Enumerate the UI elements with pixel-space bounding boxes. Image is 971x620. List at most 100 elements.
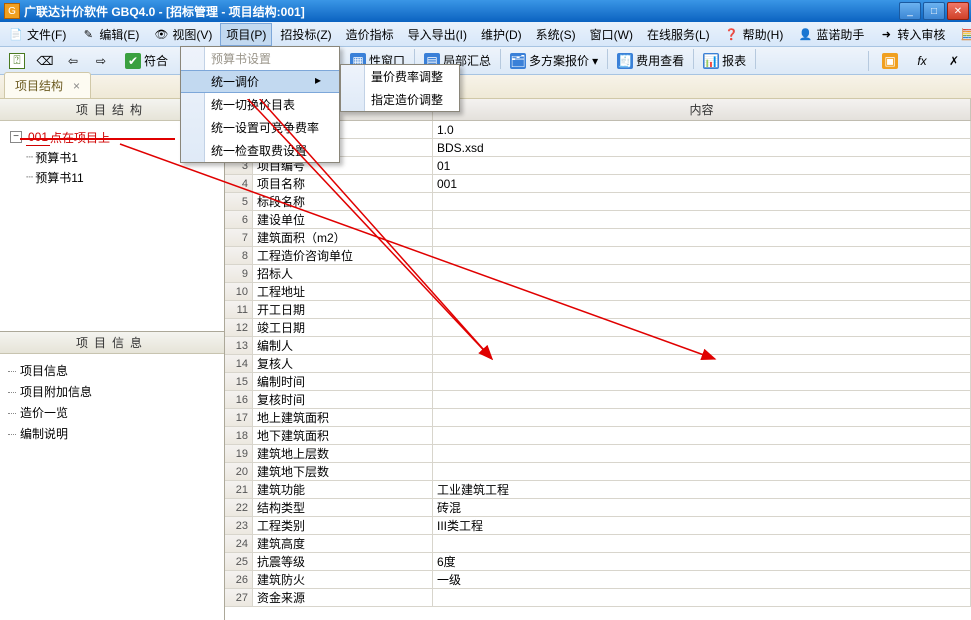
table-row[interactable]: 12竣工日期 <box>225 319 971 337</box>
table-row[interactable]: 22结构类型砖混 <box>225 499 971 517</box>
menu-audit[interactable]: ➜转入审核 <box>872 23 951 46</box>
table-row[interactable]: 21建筑功能工业建筑工程 <box>225 481 971 499</box>
table-row[interactable]: 23工程类别III类工程 <box>225 517 971 535</box>
cell-value[interactable] <box>433 391 971 408</box>
grid-body[interactable]: 1.0BDS.xsd3项目编号014项目名称0015标段名称6建设单位7建筑面积… <box>225 121 971 620</box>
cell-value[interactable] <box>433 409 971 426</box>
cell-value[interactable] <box>433 589 971 606</box>
info-item[interactable]: 项目附加信息 <box>4 381 220 402</box>
cell-value[interactable] <box>433 229 971 246</box>
table-row[interactable]: 10工程地址 <box>225 283 971 301</box>
cell-value[interactable]: 砖混 <box>433 499 971 516</box>
cell-value[interactable] <box>433 355 971 372</box>
close-button[interactable]: ✕ <box>947 2 969 20</box>
cell-value[interactable] <box>433 265 971 282</box>
menu-view[interactable]: 👁视图(V) <box>147 23 218 46</box>
menu-measure-pay[interactable]: 🧮计量支付 <box>953 23 971 46</box>
menu-project[interactable]: 项目(P) <box>220 23 272 46</box>
table-row[interactable]: 5标段名称 <box>225 193 971 211</box>
cell-value[interactable] <box>433 247 971 264</box>
cell-value[interactable] <box>433 283 971 300</box>
info-item[interactable]: 造价一览 <box>4 402 220 423</box>
menu-help[interactable]: ❓帮助(H) <box>718 23 790 46</box>
cell-name[interactable]: 建筑面积（m2） <box>253 229 433 246</box>
tree-item-b11[interactable]: ┄ 预算书11 <box>4 167 220 187</box>
menu-item[interactable]: 统一设置可竞争费率 <box>181 116 339 139</box>
tool-extra-3[interactable]: ✗ <box>941 50 967 72</box>
cell-name[interactable]: 建筑功能 <box>253 481 433 498</box>
cell-value[interactable]: 1.0 <box>433 121 971 138</box>
tool-check[interactable]: ✔ 符合 <box>120 49 173 72</box>
table-row[interactable]: 17地上建筑面积 <box>225 409 971 427</box>
maximize-button[interactable]: □ <box>923 2 945 20</box>
tab-project-structure[interactable]: 项目结构 × <box>4 72 91 98</box>
table-row[interactable]: 8工程造价咨询单位 <box>225 247 971 265</box>
table-row[interactable]: 18地下建筑面积 <box>225 427 971 445</box>
cell-name[interactable]: 项目名称 <box>253 175 433 192</box>
table-row[interactable]: 24建筑高度 <box>225 535 971 553</box>
tool-icon-2[interactable]: ⌫ <box>32 50 58 72</box>
menu-bid[interactable]: 招投标(Z) <box>274 23 337 46</box>
menu-window[interactable]: 窗口(W) <box>584 23 639 46</box>
table-row[interactable]: 9招标人 <box>225 265 971 283</box>
tool-report[interactable]: 📊报表 <box>698 49 751 72</box>
cell-name[interactable]: 建筑防火 <box>253 571 433 588</box>
cell-name[interactable]: 地下建筑面积 <box>253 427 433 444</box>
cell-name[interactable]: 抗震等级 <box>253 553 433 570</box>
tool-multi-scheme[interactable]: 🗂多方案报价 ▾ <box>505 49 603 72</box>
cell-name[interactable]: 编制人 <box>253 337 433 354</box>
info-item[interactable]: 编制说明 <box>4 423 220 444</box>
cell-value[interactable] <box>433 193 971 210</box>
cell-value[interactable]: 一级 <box>433 571 971 588</box>
cell-name[interactable]: 结构类型 <box>253 499 433 516</box>
minimize-button[interactable]: _ <box>899 2 921 20</box>
cell-name[interactable]: 地上建筑面积 <box>253 409 433 426</box>
info-item[interactable]: 项目信息 <box>4 360 220 381</box>
table-row[interactable]: 6建设单位 <box>225 211 971 229</box>
table-row[interactable]: 25抗震等级6度 <box>225 553 971 571</box>
cell-value[interactable]: III类工程 <box>433 517 971 534</box>
menu-item[interactable]: 统一检查取费设置 <box>181 139 339 162</box>
tool-fee-view[interactable]: 🧾费用查看 <box>612 49 689 72</box>
cell-value[interactable]: 001 <box>433 175 971 192</box>
menu-edit[interactable]: ✎编辑(E) <box>74 23 145 46</box>
menu-item[interactable]: 统一调价▸ <box>181 70 339 93</box>
info-list[interactable]: 项目信息项目附加信息造价一览编制说明 <box>0 354 224 614</box>
cell-name[interactable]: 建筑地下层数 <box>253 463 433 480</box>
cell-name[interactable]: 工程地址 <box>253 283 433 300</box>
cell-value[interactable]: 01 <box>433 157 971 174</box>
table-row[interactable]: 14复核人 <box>225 355 971 373</box>
grid-header-content[interactable]: 内容 <box>433 99 971 120</box>
cell-name[interactable]: 编制时间 <box>253 373 433 390</box>
cell-name[interactable]: 竣工日期 <box>253 319 433 336</box>
table-row[interactable]: 4项目名称001 <box>225 175 971 193</box>
unified-price-submenu[interactable]: 量价费率调整指定造价调整 <box>340 64 460 112</box>
menu-lannuo[interactable]: 👤蓝诺助手 <box>791 23 870 46</box>
tool-extra-2[interactable]: fx <box>909 50 935 72</box>
tool-icon-1[interactable]: ⍰ <box>4 50 30 72</box>
cell-value[interactable] <box>433 373 971 390</box>
table-row[interactable]: 16复核时间 <box>225 391 971 409</box>
cell-name[interactable]: 资金来源 <box>253 589 433 606</box>
cell-name[interactable]: 复核人 <box>253 355 433 372</box>
cell-name[interactable]: 建设单位 <box>253 211 433 228</box>
table-row[interactable]: 26建筑防火一级 <box>225 571 971 589</box>
cell-name[interactable]: 建筑地上层数 <box>253 445 433 462</box>
table-row[interactable]: 13编制人 <box>225 337 971 355</box>
tool-extra-1[interactable]: ▣ <box>877 50 903 72</box>
table-row[interactable]: 7建筑面积（m2） <box>225 229 971 247</box>
menu-file[interactable]: 📄文件(F) <box>2 23 72 46</box>
menu-system[interactable]: 系统(S) <box>530 23 582 46</box>
project-menu-dropdown[interactable]: 预算书设置统一调价▸统一切换价目表统一设置可竞争费率统一检查取费设置 <box>180 46 340 163</box>
cell-name[interactable]: 建筑高度 <box>253 535 433 552</box>
menu-online[interactable]: 在线服务(L) <box>641 23 716 46</box>
tool-forward[interactable]: ⇨ <box>88 50 114 72</box>
submenu-item[interactable]: 量价费率调整 <box>341 65 459 88</box>
cell-name[interactable]: 工程造价咨询单位 <box>253 247 433 264</box>
cell-value[interactable] <box>433 535 971 552</box>
table-row[interactable]: 19建筑地上层数 <box>225 445 971 463</box>
tool-back[interactable]: ⇦ <box>60 50 86 72</box>
cell-value[interactable] <box>433 211 971 228</box>
menu-cost-index[interactable]: 造价指标 <box>340 23 400 46</box>
cell-value[interactable] <box>433 301 971 318</box>
